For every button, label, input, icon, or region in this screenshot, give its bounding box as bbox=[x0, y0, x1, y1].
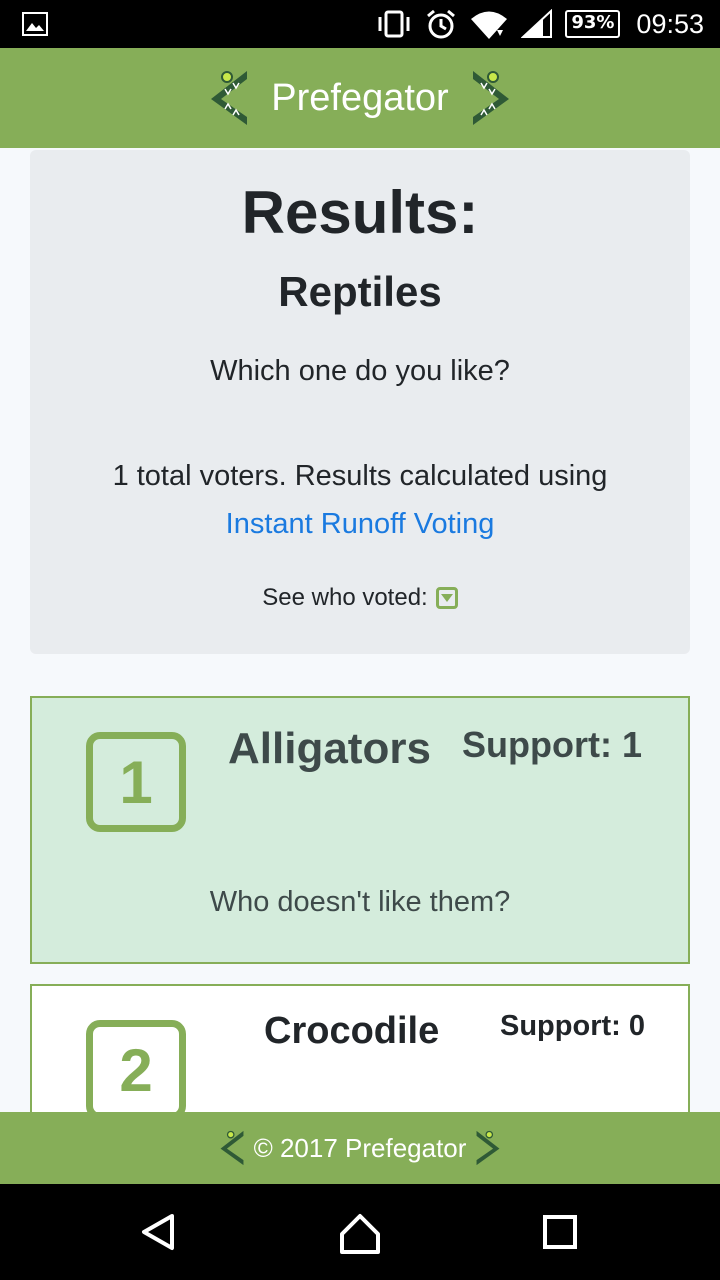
battery-indicator: 93% bbox=[565, 10, 621, 38]
voting-method-link[interactable]: Instant Runoff Voting bbox=[226, 508, 495, 540]
support-count: Support: 1 bbox=[462, 724, 642, 765]
support-count: Support: 0 bbox=[500, 1010, 645, 1042]
footer: © 2017 Prefegator bbox=[0, 1112, 720, 1184]
rank-badge: 1 bbox=[86, 732, 186, 832]
page-title: Results: bbox=[241, 179, 479, 246]
voters-text: 1 total voters. Results calculated using bbox=[112, 460, 608, 492]
see-who-voted: See who voted: bbox=[30, 584, 690, 612]
wifi-icon bbox=[471, 11, 508, 39]
gallery-icon bbox=[22, 12, 48, 36]
status-bar: 93% 09:53 bbox=[0, 0, 720, 48]
recents-icon[interactable] bbox=[536, 1208, 584, 1256]
home-icon[interactable] bbox=[336, 1208, 384, 1256]
results-summary: Results: Reptiles Which one do you like?… bbox=[30, 150, 690, 654]
alligator-jaw-icon bbox=[211, 71, 248, 125]
footer-copyright: © 2017 Prefegator bbox=[253, 1132, 467, 1163]
candidate-card-winner: 1 Alligators Support: 1 Who doesn't like… bbox=[30, 696, 690, 964]
voters-summary: 1 total voters. Results calculated using… bbox=[30, 452, 690, 548]
vibrate-icon bbox=[378, 10, 410, 38]
alligator-jaw-icon bbox=[220, 1130, 244, 1166]
chevron-down-icon bbox=[440, 594, 453, 602]
app-title[interactable]: Prefegator bbox=[271, 77, 448, 120]
poll-name: Reptiles bbox=[278, 268, 442, 315]
alligator-jaw-icon bbox=[476, 1130, 500, 1166]
rank-badge: 2 bbox=[86, 1020, 186, 1112]
alarm-icon bbox=[427, 9, 456, 39]
candidate-name: Alligators bbox=[228, 724, 431, 773]
candidate-card: 2 Crocodile Support: 0 bbox=[30, 984, 690, 1112]
who-dislikes-link[interactable]: Who doesn't like them? bbox=[32, 886, 688, 919]
see-who-voted-label: See who voted: bbox=[262, 584, 428, 611]
clock: 09:53 bbox=[636, 8, 704, 39]
poll-question: Which one do you like? bbox=[210, 355, 510, 387]
alligator-jaw-icon bbox=[472, 71, 509, 125]
signal-icon bbox=[521, 9, 553, 38]
system-nav-bar bbox=[0, 1184, 720, 1280]
app-header: Prefegator bbox=[0, 48, 720, 148]
voters-toggle-button[interactable] bbox=[435, 587, 458, 609]
results-content[interactable]: Results: Reptiles Which one do you like?… bbox=[0, 148, 720, 1112]
candidate-name: Crocodile bbox=[264, 1010, 440, 1052]
back-icon[interactable] bbox=[136, 1208, 184, 1256]
